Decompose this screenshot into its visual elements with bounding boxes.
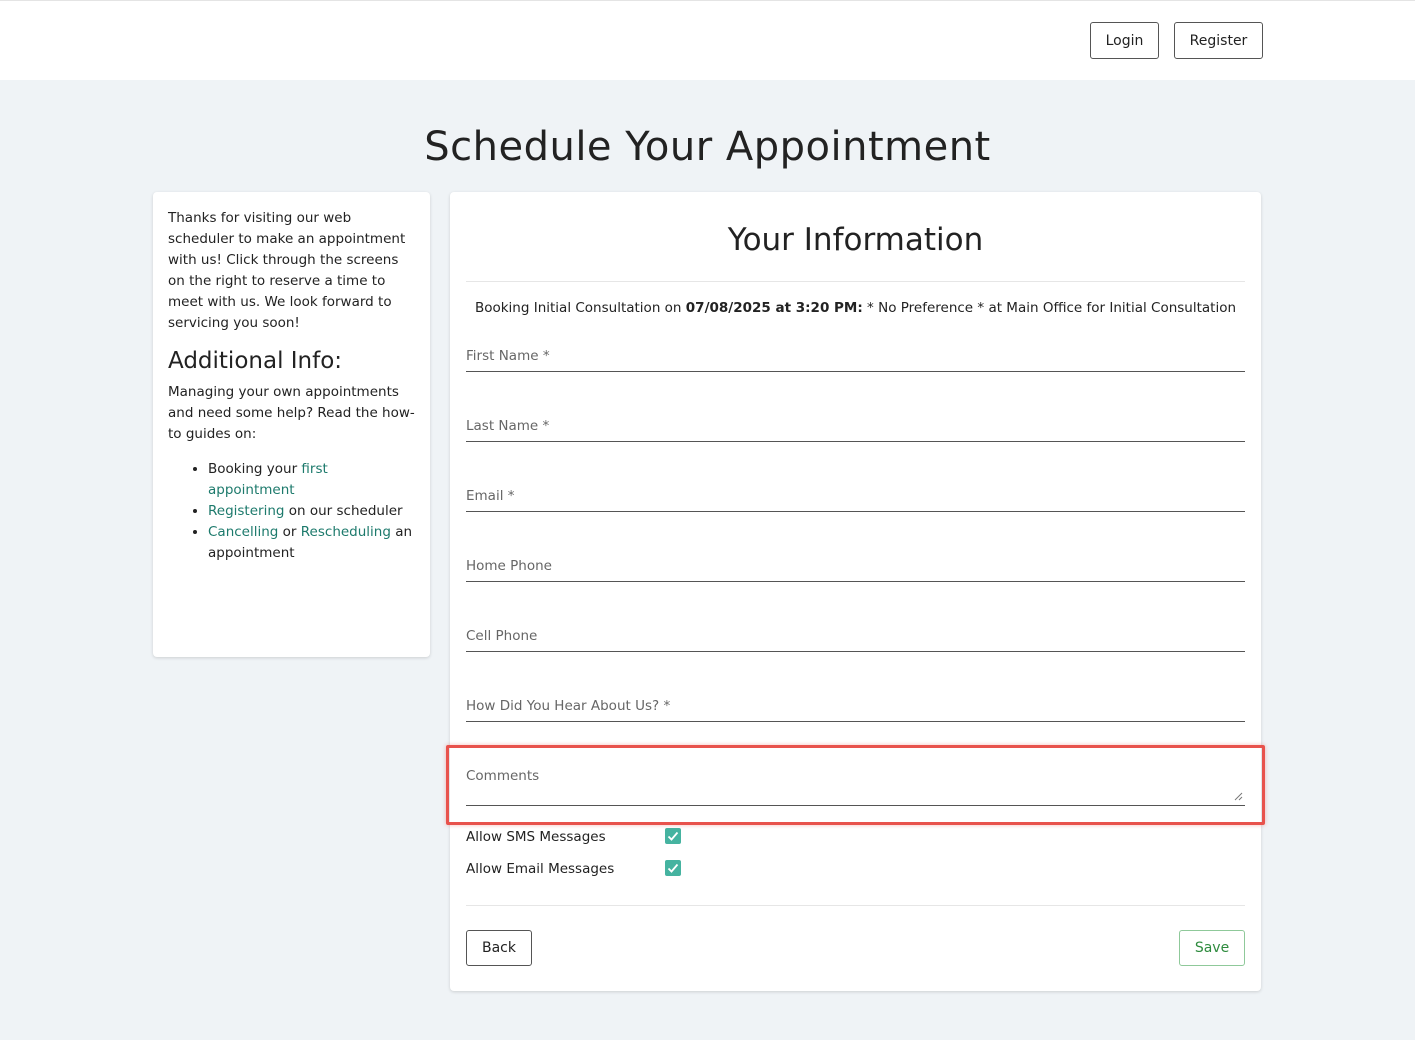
list-item: Booking your first appointment xyxy=(208,459,415,501)
booking-summary: Booking Initial Consultation on 07/08/20… xyxy=(450,300,1261,316)
rescheduling-link[interactable]: Rescheduling xyxy=(301,524,391,540)
booking-suffix: * No Preference * at Main Office for Ini… xyxy=(862,300,1237,316)
booking-prefix: Booking Initial Consultation on xyxy=(474,300,686,316)
guide-text: or xyxy=(278,524,301,540)
cancelling-link[interactable]: Cancelling xyxy=(208,524,278,540)
page-title: Schedule Your Appointment xyxy=(424,124,991,170)
email-label: Email * xyxy=(466,488,515,504)
divider xyxy=(466,281,1245,282)
home-phone-field[interactable]: Home Phone xyxy=(466,558,1245,582)
last-name-field[interactable]: Last Name * xyxy=(466,418,1245,442)
first-name-label: First Name * xyxy=(466,348,550,364)
registering-link[interactable]: Registering xyxy=(208,503,284,519)
guide-text: Booking your xyxy=(208,461,302,477)
cell-phone-label: Cell Phone xyxy=(466,628,538,644)
sms-checkbox[interactable] xyxy=(665,828,681,844)
comments-highlight xyxy=(446,745,1265,825)
information-form-card: Your Information Booking Initial Consult… xyxy=(450,192,1261,991)
divider xyxy=(466,905,1245,906)
login-button[interactable]: Login xyxy=(1090,22,1159,59)
top-navbar: Login Register xyxy=(0,0,1415,80)
email-messages-checkbox[interactable] xyxy=(665,860,681,876)
save-button[interactable]: Save xyxy=(1179,930,1245,966)
email-field[interactable]: Email * xyxy=(466,488,1245,512)
hear-about-us-field[interactable]: How Did You Hear About Us? * xyxy=(466,698,1245,722)
hear-about-us-label: How Did You Hear About Us? * xyxy=(466,698,671,714)
sms-label: Allow SMS Messages xyxy=(466,829,606,845)
cell-phone-field[interactable]: Cell Phone xyxy=(466,628,1245,652)
last-name-label: Last Name * xyxy=(466,418,550,434)
form-title: Your Information xyxy=(727,222,984,258)
help-text: Managing your own appointments and need … xyxy=(168,384,415,442)
list-item: Registering on our scheduler xyxy=(208,501,415,522)
home-phone-label: Home Phone xyxy=(466,558,552,574)
additional-info-heading: Additional Info: xyxy=(168,348,343,374)
first-name-field[interactable]: First Name * xyxy=(466,348,1245,372)
guide-list: Booking your first appointment Registeri… xyxy=(208,459,415,564)
back-button[interactable]: Back xyxy=(466,930,532,966)
booking-datetime: 07/08/2025 at 3:20 PM: xyxy=(685,300,863,316)
email-messages-label: Allow Email Messages xyxy=(466,861,615,877)
info-sidebar: Thanks for visiting our web scheduler to… xyxy=(153,192,430,657)
check-icon xyxy=(667,831,679,841)
sms-option: Allow SMS Messages xyxy=(466,828,681,845)
guide-text: on our scheduler xyxy=(284,503,403,519)
email-messages-option: Allow Email Messages xyxy=(466,860,681,877)
intro-text: Thanks for visiting our web scheduler to… xyxy=(168,210,406,331)
check-icon xyxy=(667,863,679,873)
list-item: Cancelling or Rescheduling an appointmen… xyxy=(208,522,415,564)
register-button[interactable]: Register xyxy=(1174,22,1263,59)
